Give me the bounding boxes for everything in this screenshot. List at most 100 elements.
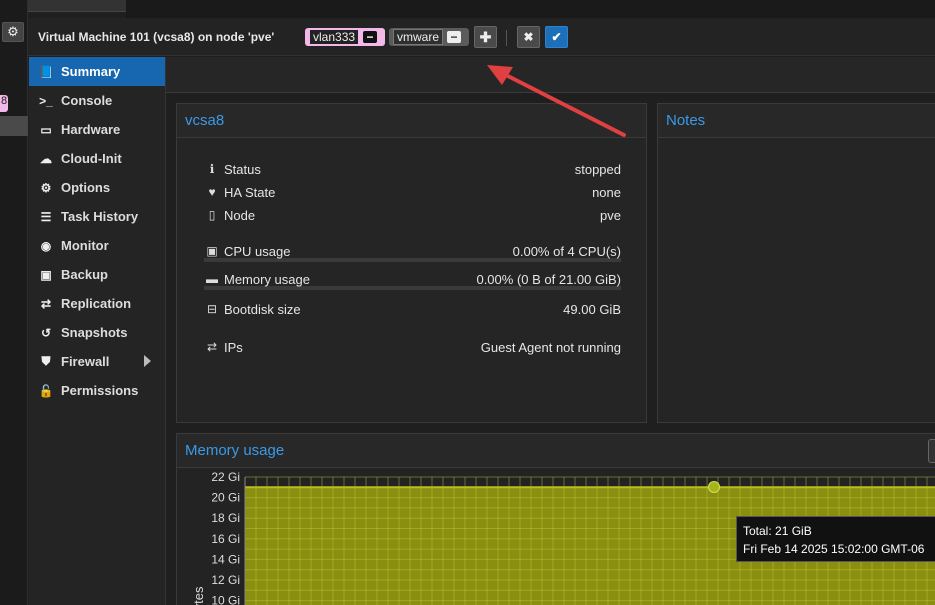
nav-item-label: Permissions: [61, 383, 139, 398]
nav-item-permissions[interactable]: 🔓 Permissions: [29, 376, 165, 405]
nav-item-label: Snapshots: [61, 325, 128, 340]
expand-arrow-icon[interactable]: [144, 355, 151, 367]
nav-item-label: Replication: [61, 296, 132, 311]
nav-item-replication[interactable]: ⇄ Replication: [29, 289, 165, 318]
nav-item-label: Hardware: [61, 122, 121, 137]
bootdisk-value: 49.00 GiB: [563, 301, 621, 317]
status-value: stopped: [574, 161, 621, 177]
tag-label: vlan333: [309, 29, 360, 45]
shield-icon: ⛊: [41, 354, 51, 368]
check-icon: ✔: [551, 30, 562, 44]
y-tick-label: 20 Gi: [211, 491, 240, 505]
exchange-icon: ⇄: [206, 340, 218, 354]
info-icon: ℹ: [209, 162, 215, 176]
bootdisk-row: ⊟ Bootdisk size 49.00 GiB: [204, 300, 621, 318]
remove-tag-icon[interactable]: −: [363, 30, 378, 44]
retweet-icon: ⇄: [40, 296, 52, 311]
y-tick-label: 12 Gi: [211, 573, 240, 587]
gear-icon[interactable]: ⚙: [2, 22, 24, 42]
notes-panel-title: Notes: [658, 104, 935, 138]
heartbeat-icon: ♥: [208, 185, 216, 199]
book-icon: 📘: [38, 64, 54, 79]
content-toolbar: [166, 57, 935, 93]
nav-item-summary[interactable]: 📘 Summary: [29, 57, 165, 86]
hdd-icon: ⊟: [206, 302, 218, 316]
memory-usage-label: Memory usage: [224, 271, 310, 287]
nav-item-snapshots[interactable]: ↺ Snapshots: [29, 318, 165, 347]
resource-tree-strip: [0, 0, 28, 605]
tag-vlan333[interactable]: vlan333 −: [305, 28, 385, 46]
nav-item-label: Backup: [61, 267, 108, 282]
chip-icon: ▣: [206, 244, 218, 258]
vm-nav: 📘 Summary >_ Console ▭ Hardware ☁ Cloud-Init…: [29, 57, 166, 605]
vm-header: Virtual Machine 101 (vcsa8) on node 'pve…: [28, 18, 935, 56]
monitor-icon: ▭: [40, 122, 52, 137]
nav-item-options[interactable]: ⚙ Options: [29, 173, 165, 202]
tooltip-total: Total: 21 GiB: [743, 524, 812, 538]
nav-item-label: Task History: [61, 209, 139, 224]
y-tick-label: 22 Gi: [211, 470, 240, 484]
tooltip-date: Fri Feb 14 2025 15:02:00 GMT-06: [743, 542, 925, 556]
status-panel: vcsa8 ℹ Status stopped ♥ HA State none ▯…: [176, 103, 647, 423]
nav-item-label: Options: [61, 180, 111, 195]
y-tick-label: 10 Gi: [211, 594, 240, 605]
nav-item-task-history[interactable]: ☰ Task History: [29, 202, 165, 231]
chart-tooltip: Total: 21 GiB Fri Feb 14 2025 15:02:00 G…: [736, 516, 935, 562]
y-tick-label: 14 Gi: [211, 552, 240, 566]
eye-icon: ◉: [40, 238, 52, 253]
status-row: ℹ Status stopped: [204, 160, 621, 178]
list-icon: ☰: [40, 209, 52, 224]
history-icon: ↺: [40, 325, 52, 340]
terminal-icon: >_: [39, 93, 53, 108]
floppy-icon: ▣: [40, 267, 52, 282]
ha-state-label: HA State: [224, 184, 276, 200]
y-tick-label: 16 Gi: [211, 532, 240, 546]
memory-chart-title: Memory usage: [177, 434, 935, 468]
nav-item-label: Cloud-Init: [61, 151, 122, 166]
cpu-usage-label: CPU usage: [224, 243, 291, 259]
cancel-button[interactable]: ✖: [517, 26, 540, 48]
ips-label: IPs: [224, 339, 243, 355]
node-value: pve: [600, 207, 621, 223]
y-tick-label: 18 Gi: [211, 511, 240, 525]
top-bar: [126, 0, 935, 18]
cpu-usage-row: ▣ CPU usage 0.00% of 4 CPU(s): [204, 242, 621, 262]
x-icon: ✖: [523, 30, 534, 44]
y-axis-label: Bytes: [191, 586, 206, 605]
nav-item-hardware[interactable]: ▭ Hardware: [29, 115, 165, 144]
memory-icon: ▬: [206, 272, 218, 286]
nav-item-monitor[interactable]: ◉ Monitor: [29, 231, 165, 260]
node-row: ▯ Node pve: [204, 206, 621, 224]
plus-icon: ✚: [479, 28, 492, 45]
status-panel-title: vcsa8: [177, 104, 646, 138]
status-label: Status: [224, 161, 261, 177]
nav-item-backup[interactable]: ▣ Backup: [29, 260, 165, 289]
remove-tag-icon[interactable]: −: [447, 30, 462, 44]
tree-selected-item[interactable]: [0, 116, 28, 136]
building-icon: ▯: [208, 208, 216, 222]
nav-item-label: Console: [61, 93, 113, 108]
toolbar-divider: [506, 30, 507, 46]
nav-item-cloud-init[interactable]: ☁ Cloud-Init: [29, 144, 165, 173]
memory-usage-row: ▬ Memory usage 0.00% (0 B of 21.00 GiB): [204, 270, 621, 290]
nav-item-firewall[interactable]: ⛊ Firewall: [29, 347, 165, 376]
tree-tag-badge[interactable]: 8: [0, 95, 8, 112]
node-label: Node: [224, 207, 256, 223]
tag-vmware[interactable]: vmware −: [389, 28, 469, 46]
data-point-marker[interactable]: [708, 481, 720, 493]
memory-usage-text: ▬ Memory usage 0.00% (0 B of 21.00 GiB): [204, 270, 621, 288]
unlock-icon: 🔓: [38, 383, 54, 398]
nav-item-label: Monitor: [61, 238, 109, 253]
nav-item-label: Firewall: [61, 354, 110, 369]
cpu-usage-text: ▣ CPU usage 0.00% of 4 CPU(s): [204, 242, 621, 260]
timeframe-selector[interactable]: [928, 439, 935, 463]
ips-value: Guest Agent not running: [480, 339, 621, 355]
notes-panel[interactable]: Notes: [657, 103, 935, 423]
cpu-usage-value: 0.00% of 4 CPU(s): [512, 243, 621, 259]
confirm-button[interactable]: ✔: [545, 26, 568, 48]
page-title: Virtual Machine 101 (vcsa8) on node 'pve…: [38, 30, 275, 44]
memory-usage-value: 0.00% (0 B of 21.00 GiB): [476, 271, 621, 287]
nav-item-console[interactable]: >_ Console: [29, 86, 165, 115]
add-tag-button[interactable]: ✚: [474, 26, 497, 48]
ha-state-row: ♥ HA State none: [204, 183, 621, 201]
